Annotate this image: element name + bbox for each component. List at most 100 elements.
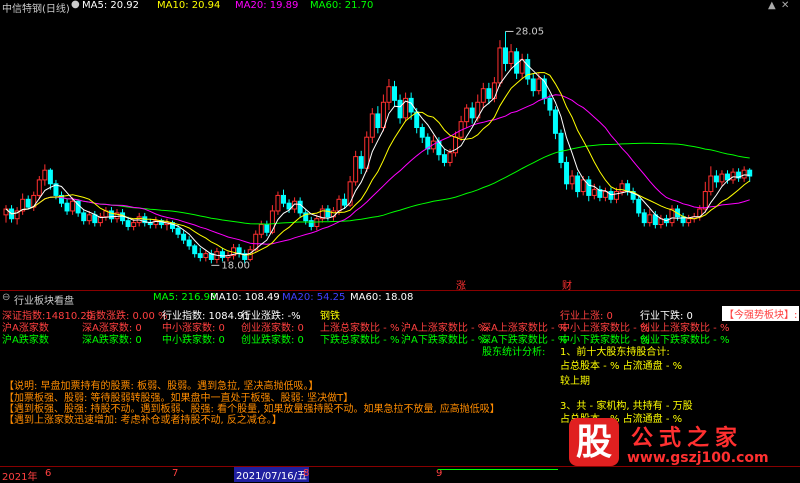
candle[interactable] xyxy=(713,175,719,183)
candle[interactable] xyxy=(281,194,286,204)
candle[interactable] xyxy=(419,127,425,138)
candle[interactable] xyxy=(186,239,192,247)
candle[interactable] xyxy=(719,173,725,183)
panel-divider xyxy=(0,290,800,291)
candle[interactable] xyxy=(447,152,453,163)
candle[interactable] xyxy=(552,109,558,134)
candle[interactable] xyxy=(558,132,564,163)
rise-marker[interactable]: 涨 xyxy=(456,280,466,290)
candles-group xyxy=(3,31,753,264)
candle[interactable] xyxy=(125,220,131,227)
note-4: 【遇到上涨家数迅速增加: 考虑补仓或者持股不动, 反之减仓。】 xyxy=(4,415,282,426)
sub-panel-title[interactable]: 行业板块看盘 xyxy=(14,292,74,307)
candle[interactable] xyxy=(131,222,137,227)
ma60-label: MA60: 21.70 xyxy=(310,0,374,11)
candle[interactable] xyxy=(591,189,597,196)
candle[interactable] xyxy=(380,101,386,129)
candle[interactable] xyxy=(608,191,614,200)
candle[interactable] xyxy=(92,214,98,224)
sub-ma60-label: MA60: 18.08 xyxy=(350,292,414,303)
shareholder-label: 股东统计分析: xyxy=(482,347,546,358)
candle[interactable] xyxy=(308,220,314,227)
candle[interactable] xyxy=(464,107,470,123)
candle[interactable] xyxy=(375,113,381,129)
candle[interactable] xyxy=(503,47,508,64)
candle[interactable] xyxy=(42,169,48,181)
candle[interactable] xyxy=(64,202,70,212)
candle[interactable] xyxy=(586,179,592,196)
candle[interactable] xyxy=(486,88,492,99)
candle[interactable] xyxy=(264,224,270,233)
candle[interactable] xyxy=(508,51,514,64)
candle[interactable] xyxy=(647,214,653,224)
candle[interactable] xyxy=(441,154,447,163)
candle[interactable] xyxy=(181,233,187,241)
candle[interactable] xyxy=(414,111,420,129)
candle[interactable] xyxy=(725,173,730,181)
candle[interactable] xyxy=(269,210,275,233)
candle[interactable] xyxy=(730,171,736,181)
candle[interactable] xyxy=(519,59,525,74)
menu-icon[interactable]: ● xyxy=(71,0,80,10)
candle[interactable] xyxy=(47,169,53,185)
candle[interactable] xyxy=(353,156,359,183)
candle[interactable] xyxy=(708,175,714,193)
sz-down-count: 深A跌家数: 0 xyxy=(82,335,142,346)
candle[interactable] xyxy=(25,198,31,208)
close-icon[interactable]: ✕ xyxy=(781,0,789,11)
candle[interactable] xyxy=(297,200,303,214)
candle[interactable] xyxy=(536,78,542,92)
candle[interactable] xyxy=(314,218,320,227)
candle[interactable] xyxy=(564,161,570,185)
candle[interactable] xyxy=(686,218,692,224)
candle[interactable] xyxy=(197,253,203,259)
candle[interactable] xyxy=(192,245,198,255)
scroll-track[interactable] xyxy=(438,469,558,470)
candle[interactable] xyxy=(336,198,342,212)
candle[interactable] xyxy=(236,247,242,255)
sh-down-ratio: 沪A下跌家数比 - % xyxy=(401,335,488,346)
candle[interactable] xyxy=(614,191,619,200)
candle[interactable] xyxy=(219,251,225,259)
candle[interactable] xyxy=(741,169,747,179)
candle[interactable] xyxy=(392,86,397,101)
candle[interactable] xyxy=(258,224,264,235)
candle[interactable] xyxy=(469,107,475,119)
candle[interactable] xyxy=(491,82,497,99)
candle[interactable] xyxy=(81,212,87,222)
candle[interactable] xyxy=(641,212,647,224)
candle[interactable] xyxy=(497,47,503,84)
candle[interactable] xyxy=(530,78,536,92)
candle[interactable] xyxy=(386,86,392,103)
candle[interactable] xyxy=(547,97,553,111)
candle[interactable] xyxy=(70,200,76,212)
candle[interactable] xyxy=(580,179,586,193)
candle[interactable] xyxy=(175,227,181,235)
candle[interactable] xyxy=(203,253,209,259)
candle[interactable] xyxy=(397,99,403,119)
candle[interactable] xyxy=(364,136,370,169)
time-axis[interactable]: 2021年 6 7 2021/07/16/五 8 9 xyxy=(0,466,800,483)
candle[interactable] xyxy=(275,194,281,212)
candle[interactable] xyxy=(36,179,42,196)
zoom-in-icon[interactable]: ▲ xyxy=(768,0,776,11)
candle[interactable] xyxy=(108,210,114,220)
candle[interactable] xyxy=(569,175,575,185)
candle[interactable] xyxy=(369,113,375,138)
panel-row-2: 沪A涨家数 深A涨家数: 0 中小涨家数: 0 创业涨家数: 0 上涨总家数比 … xyxy=(0,319,800,334)
finance-marker[interactable]: 财 xyxy=(562,279,572,290)
candle[interactable] xyxy=(636,198,642,214)
candle[interactable] xyxy=(575,175,581,193)
candle[interactable] xyxy=(86,214,92,222)
axis-month-8: 8 xyxy=(303,468,310,479)
candle[interactable] xyxy=(602,191,608,198)
candle[interactable] xyxy=(480,88,486,103)
candlestick-chart[interactable]: 28.05 18.00 涨 财 xyxy=(0,13,800,290)
candle[interactable] xyxy=(702,191,708,210)
settings-icon[interactable]: ⊖ xyxy=(2,292,10,303)
top10-ratio: 占总股本 - % 占流通盘 - % xyxy=(560,361,683,372)
candle[interactable] xyxy=(342,198,348,206)
candle[interactable] xyxy=(325,208,331,218)
candle[interactable] xyxy=(358,156,364,169)
watermark-logo: 股 公式之家 www.gszj100.com xyxy=(569,418,774,470)
